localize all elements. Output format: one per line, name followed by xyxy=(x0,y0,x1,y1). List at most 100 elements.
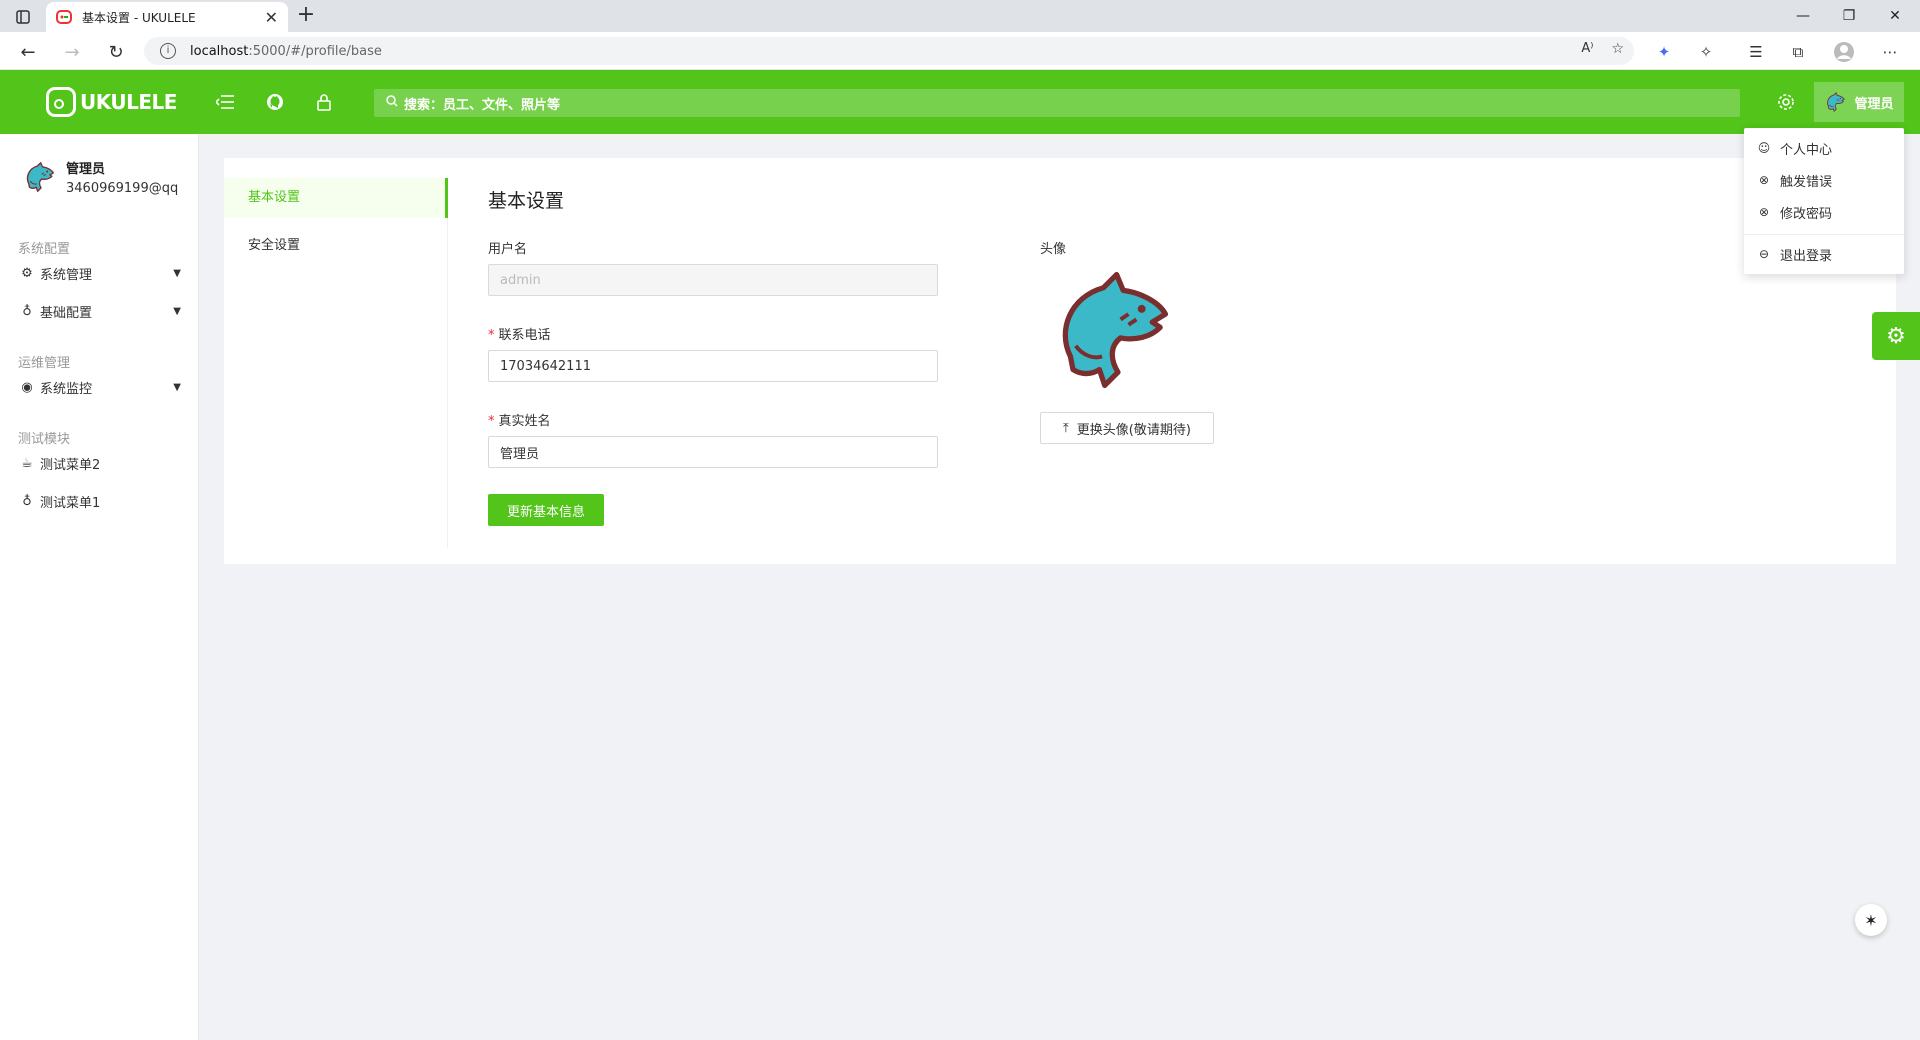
favicon-icon xyxy=(56,10,72,24)
new-tab-icon[interactable]: + xyxy=(294,4,318,28)
dropdown-item-trigger-error[interactable]: ⊗ 触发错误 xyxy=(1756,168,1896,192)
required-mark: * xyxy=(488,414,495,429)
realname-label: * 真实姓名 xyxy=(488,410,551,429)
tab-close-icon[interactable]: ✕ xyxy=(265,8,278,27)
dropdown-item-change-password[interactable]: ⊗ 修改密码 xyxy=(1756,200,1896,224)
profile-icon[interactable] xyxy=(1832,40,1856,64)
favorites-icon[interactable]: ☰ xyxy=(1744,40,1768,64)
sidebar-item-test-menu-1[interactable]: ♁ 测试菜单1 xyxy=(0,486,199,516)
username-field xyxy=(488,264,938,296)
profile-email: 3460969199@qq.com xyxy=(66,181,178,196)
phone-field[interactable] xyxy=(488,350,938,382)
dropdown-item-label: 触发错误 xyxy=(1780,174,1833,190)
sidebar-profile: 管理员 3460969199@qq.com xyxy=(22,158,178,196)
upload-icon: ⤒ xyxy=(1063,420,1069,436)
eye-icon: ◉ xyxy=(21,379,33,395)
app-header: UKULELE 搜索：员工、文件、照片等 管理员 xyxy=(0,70,1920,134)
user-name: 管理员 xyxy=(1854,96,1894,112)
user-dropdown: ☺ 个人中心 ⊗ 触发错误 ⊗ 修改密码 ⊖ 退出登录 xyxy=(1744,128,1904,274)
sidebar-item-label: 系统管理 xyxy=(40,267,93,283)
required-mark: * xyxy=(488,328,495,343)
logo[interactable]: UKULELE xyxy=(46,86,177,118)
more-icon[interactable]: ⋯ xyxy=(1878,40,1902,64)
cup-icon: ☕ xyxy=(21,455,33,471)
tab-title: 基本设置 - UKULELE xyxy=(82,10,196,25)
username-label: 用户名 xyxy=(488,242,528,257)
search-icon xyxy=(386,95,398,111)
floating-tool-button[interactable]: ✶ xyxy=(1855,904,1887,936)
url-field[interactable]: i localhost:5000/#/profile/base A⁾ ☆ xyxy=(144,37,1634,65)
sidebar-item-base-config[interactable]: ♁ 基础配置 ▼ xyxy=(0,296,199,326)
browser-tabbar: 基本设置 - UKULELE ✕ + — ❐ ✕ xyxy=(0,0,1920,32)
bulb-icon: ♁ xyxy=(22,493,32,509)
collections-icon[interactable]: ⧉ xyxy=(1786,40,1810,64)
profile-name: 管理员 xyxy=(66,162,106,177)
lock-icon[interactable] xyxy=(314,92,334,112)
search-placeholder: 搜索：员工、文件、照片等 xyxy=(404,97,561,113)
settings-menu-base[interactable]: 基本设置 xyxy=(224,178,448,218)
chevron-down-icon: ▼ xyxy=(173,267,181,279)
phone-label: * 联系电话 xyxy=(488,324,551,343)
window-close-icon[interactable]: ✕ xyxy=(1872,4,1918,28)
chevron-down-icon: ▼ xyxy=(173,381,181,393)
dropdown-item-label: 修改密码 xyxy=(1780,206,1833,222)
github-icon[interactable] xyxy=(265,92,285,112)
dropdown-item-profile[interactable]: ☺ 个人中心 xyxy=(1756,136,1896,160)
site-info-icon[interactable]: i xyxy=(160,43,176,59)
sidebar-item-system-manage[interactable]: ⚙ 系统管理 ▼ xyxy=(0,258,199,288)
sidebar-item-test-menu-2[interactable]: ☕ 测试菜单2 xyxy=(0,448,199,478)
close-circle-icon: ⊗ xyxy=(1758,173,1770,187)
gear-icon: ⚙ xyxy=(1886,323,1906,349)
phone-label-text: 联系电话 xyxy=(498,328,551,343)
gear-icon[interactable] xyxy=(1776,92,1796,112)
dropdown-item-label: 个人中心 xyxy=(1780,142,1833,158)
minimize-icon[interactable]: — xyxy=(1780,4,1826,28)
avatar-label: 头像 xyxy=(1040,242,1067,257)
settings-menu: 基本设置 安全设置 xyxy=(224,178,448,548)
change-avatar-button[interactable]: ⤒ 更换头像(敬请期待) xyxy=(1040,412,1214,444)
browser-addressbar: ← → ↻ i localhost:5000/#/profile/base A⁾… xyxy=(0,32,1920,70)
menu-toggle-icon[interactable] xyxy=(215,92,235,112)
tab-actions-icon[interactable] xyxy=(12,6,34,28)
forward-icon[interactable]: → xyxy=(60,40,84,64)
theme-settings-button[interactable]: ⚙ xyxy=(1872,312,1920,360)
sidebar-item-monitor[interactable]: ◉ 系统监控 ▼ xyxy=(0,372,199,402)
settings-menu-security[interactable]: 安全设置 xyxy=(224,226,448,266)
sidebar: 管理员 3460969199@qq.com 系统配置 ⚙ 系统管理 ▼ ♁ 基础… xyxy=(0,134,199,1040)
browser-tab-active[interactable]: 基本设置 - UKULELE ✕ xyxy=(46,2,288,32)
user-icon: ☺ xyxy=(1757,141,1771,155)
back-icon[interactable]: ← xyxy=(16,40,40,64)
menu-group-label: 运维管理 xyxy=(18,356,71,371)
update-info-button[interactable]: 更新基本信息 xyxy=(488,494,604,526)
url-path: :5000/#/profile/base xyxy=(248,43,382,59)
realname-label-text: 真实姓名 xyxy=(498,414,551,429)
reload-icon[interactable]: ↻ xyxy=(104,40,128,64)
bulb-icon: ♁ xyxy=(22,303,32,319)
page-title: 基本设置 xyxy=(488,190,565,212)
avatar xyxy=(1042,264,1178,396)
sidebar-item-label: 测试菜单1 xyxy=(40,495,101,511)
favorite-add-icon[interactable]: ☆ xyxy=(1611,41,1624,57)
sidebar-item-label: 基础配置 xyxy=(40,305,93,321)
close-circle-icon: ⊗ xyxy=(1758,205,1770,219)
sidebar-item-label: 系统监控 xyxy=(40,381,93,397)
magic-wand-icon: ✶ xyxy=(1864,910,1878,930)
avatar xyxy=(1824,91,1846,113)
logout-icon: ⊖ xyxy=(1758,247,1770,261)
extensions-icon[interactable]: ✧ xyxy=(1694,40,1718,64)
chevron-down-icon: ▼ xyxy=(173,305,181,317)
avatar xyxy=(22,160,56,194)
menu-group-label: 系统配置 xyxy=(18,242,71,257)
dropdown-item-label: 退出登录 xyxy=(1780,248,1833,264)
gear-icon: ⚙ xyxy=(21,265,33,281)
dropdown-divider xyxy=(1744,234,1904,235)
change-avatar-label: 更换头像(敬请期待) xyxy=(1076,422,1191,438)
settings-card: 基本设置 安全设置 基本设置 用户名 *联系电话 *真实姓名 更新基本信息 头像… xyxy=(224,158,1896,564)
realname-field[interactable] xyxy=(488,436,938,468)
search-input[interactable]: 搜索：员工、文件、照片等 xyxy=(374,89,1740,117)
read-aloud-icon[interactable]: A⁾ xyxy=(1581,41,1593,57)
dropdown-item-logout[interactable]: ⊖ 退出登录 xyxy=(1756,242,1896,266)
extension-bird-icon[interactable]: ✦ xyxy=(1652,40,1676,64)
restore-icon[interactable]: ❐ xyxy=(1826,4,1872,28)
user-menu-button[interactable]: 管理员 xyxy=(1814,82,1904,122)
